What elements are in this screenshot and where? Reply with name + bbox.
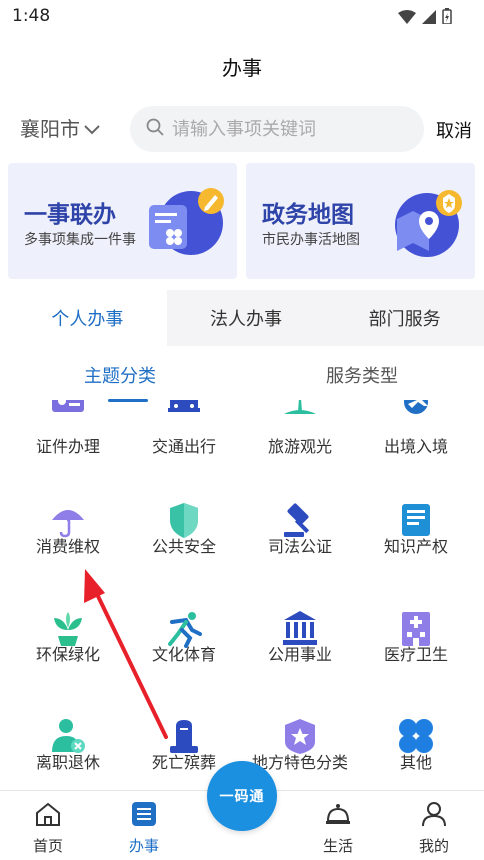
list-icon bbox=[104, 801, 184, 831]
nav-me-label: 我的 bbox=[418, 837, 449, 855]
train-icon bbox=[164, 400, 204, 424]
nav-life[interactable]: 生活 bbox=[298, 801, 378, 856]
qr-pass-icon: 一码通 bbox=[219, 789, 265, 805]
chevron-down-icon bbox=[84, 116, 100, 140]
one-stop-icon bbox=[145, 183, 229, 267]
card-gov-map[interactable]: 政务地图 市民办事活地图 bbox=[246, 163, 475, 279]
category-item[interactable]: 公用事业 bbox=[242, 608, 358, 712]
category-item[interactable]: 环保绿化 bbox=[10, 608, 126, 712]
tab-legal-person[interactable]: 法人办事 bbox=[167, 290, 326, 346]
nav-affairs-label: 办事 bbox=[128, 837, 159, 855]
tab-personal[interactable]: 个人办事 bbox=[8, 290, 167, 346]
search-input[interactable] bbox=[172, 118, 412, 140]
status-time: 1:48 bbox=[12, 6, 51, 26]
card-title: 政务地图 bbox=[262, 202, 354, 228]
battery-icon bbox=[442, 8, 452, 28]
nav-home-label: 首页 bbox=[32, 837, 63, 855]
nav-me[interactable]: 我的 bbox=[394, 801, 474, 856]
category-label: 文化体育 bbox=[151, 645, 216, 664]
card-one-stop[interactable]: 一事联办 多事项集成一件事 bbox=[8, 163, 237, 279]
category-label: 环保绿化 bbox=[35, 645, 100, 664]
category-label: 其他 bbox=[399, 753, 432, 772]
category-label: 公用事业 bbox=[267, 645, 332, 664]
tab-department[interactable]: 部门服务 bbox=[325, 290, 484, 346]
category-item[interactable]: 知识产权 bbox=[358, 500, 474, 604]
map-pin-icon bbox=[383, 183, 467, 267]
island-icon bbox=[280, 400, 320, 424]
id-card-icon bbox=[48, 400, 88, 424]
signal-icon bbox=[422, 9, 436, 28]
wifi-icon bbox=[398, 9, 416, 28]
city-selector[interactable]: 襄阳市 bbox=[20, 113, 100, 142]
category-label: 公共安全 bbox=[151, 537, 216, 556]
search-icon bbox=[146, 118, 164, 140]
category-item[interactable]: 其他 bbox=[358, 716, 474, 790]
page-title: 办事 bbox=[222, 56, 262, 80]
category-item[interactable]: 公共安全 bbox=[126, 500, 242, 604]
subtab-theme[interactable]: 主题分类 bbox=[84, 362, 156, 388]
subtab-service-type[interactable]: 服务类型 bbox=[326, 362, 398, 388]
search-box[interactable] bbox=[130, 106, 424, 152]
category-label: 交通出行 bbox=[151, 437, 216, 456]
bottom-nav: 首页 办事 一码通 生活 我的 bbox=[0, 761, 484, 860]
card-title: 一事联办 bbox=[24, 202, 116, 228]
category-label: 知识产权 bbox=[383, 537, 448, 556]
nav-home[interactable]: 首页 bbox=[8, 801, 88, 856]
main-tabs: 个人办事 法人办事 部门服务 bbox=[8, 290, 484, 346]
cancel-button[interactable]: 取消 bbox=[436, 117, 472, 143]
category-item[interactable]: 医疗卫生 bbox=[358, 608, 474, 712]
qr-pass-button[interactable]: 一码通 bbox=[207, 761, 277, 831]
category-label: 医疗卫生 bbox=[383, 645, 448, 664]
category-label: 旅游观光 bbox=[267, 437, 332, 456]
card-subtitle: 多事项集成一件事 bbox=[24, 232, 136, 248]
home-icon bbox=[8, 801, 88, 831]
category-label: 出境入境 bbox=[383, 437, 448, 456]
bell-service-icon bbox=[298, 801, 378, 831]
sub-tabs: 主题分类 服务类型 bbox=[0, 346, 484, 402]
city-label: 襄阳市 bbox=[20, 117, 80, 141]
category-label: 消费维权 bbox=[35, 537, 100, 556]
search-row: 襄阳市 取消 bbox=[0, 104, 484, 152]
category-item[interactable]: 消费维权 bbox=[10, 500, 126, 604]
nav-affairs[interactable]: 办事 bbox=[104, 801, 184, 856]
category-item[interactable]: 司法公证 bbox=[242, 500, 358, 604]
category-grid: 证件办理 交通出行 旅游观光 出境入境 消费维权 公共安全 司法公证 知识产权 … bbox=[10, 400, 474, 790]
category-item[interactable]: 旅游观光 bbox=[242, 400, 358, 504]
category-label: 离职退休 bbox=[35, 753, 100, 772]
plane-icon bbox=[396, 400, 436, 424]
card-subtitle: 市民办事活地图 bbox=[262, 232, 360, 248]
category-item[interactable]: 证件办理 bbox=[10, 400, 126, 504]
category-item[interactable]: 文化体育 bbox=[126, 608, 242, 712]
category-item[interactable]: 出境入境 bbox=[358, 400, 474, 504]
status-bar: 1:48 bbox=[0, 0, 484, 34]
nav-life-label: 生活 bbox=[322, 837, 353, 855]
category-item[interactable]: 离职退休 bbox=[10, 716, 126, 790]
category-label: 证件办理 bbox=[35, 437, 100, 456]
status-icons bbox=[398, 8, 452, 28]
category-label: 司法公证 bbox=[267, 537, 332, 556]
user-icon bbox=[394, 801, 474, 831]
category-item[interactable]: 交通出行 bbox=[126, 400, 242, 504]
